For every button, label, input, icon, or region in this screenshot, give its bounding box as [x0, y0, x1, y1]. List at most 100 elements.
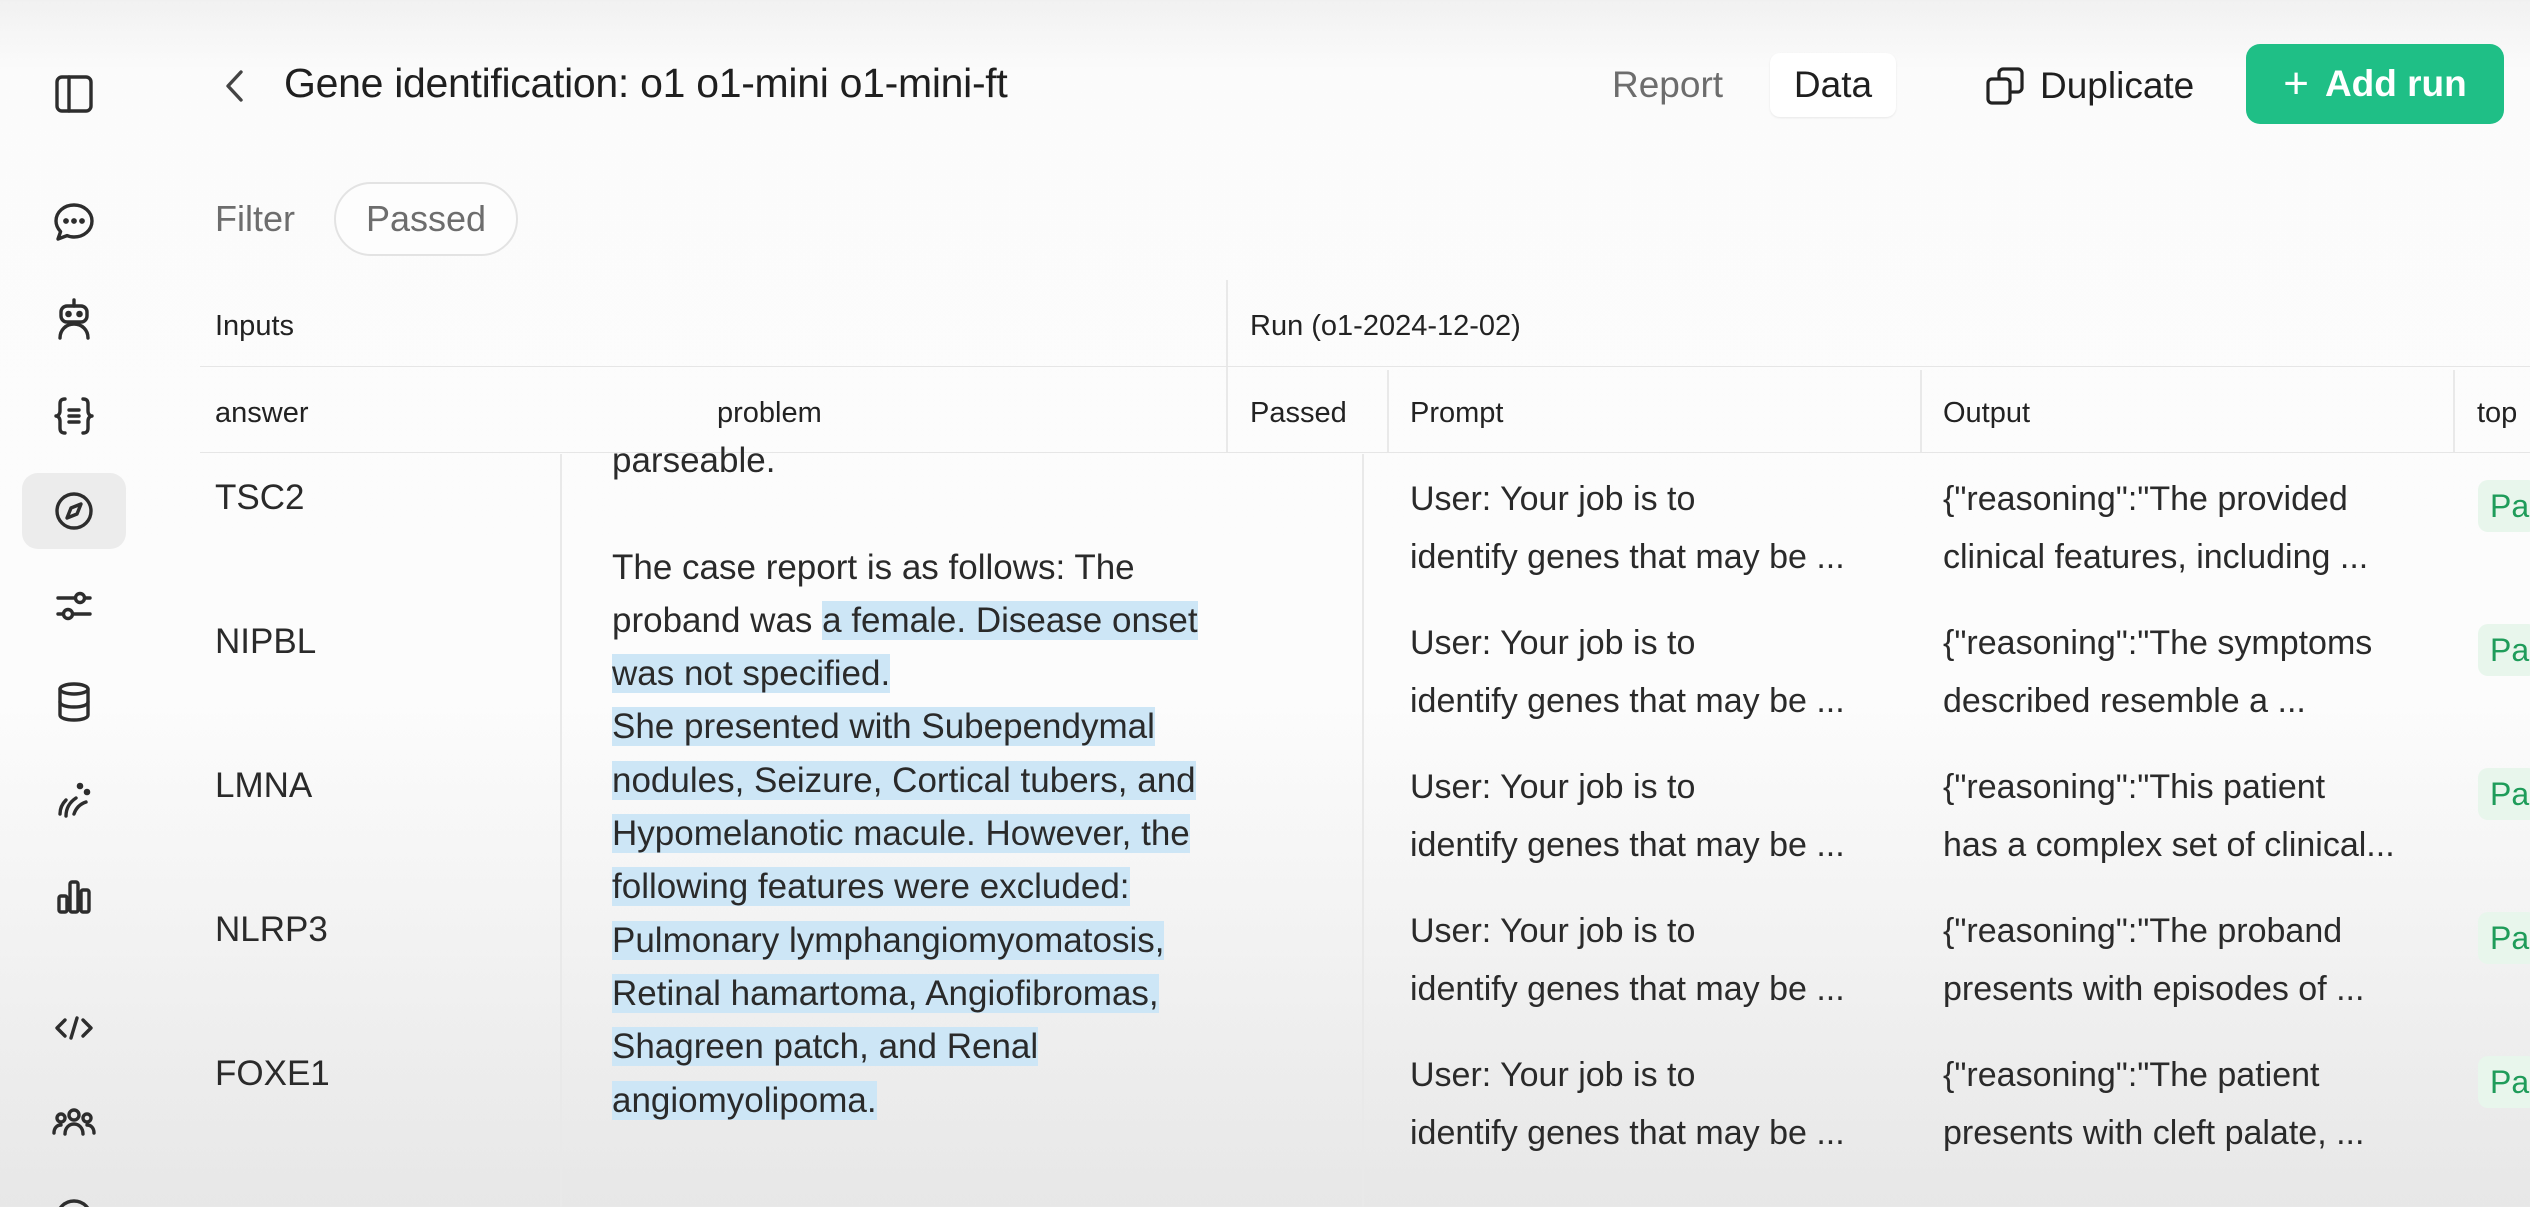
column-header-output[interactable]: Output [1943, 397, 2030, 430]
assistant-bot-icon[interactable] [40, 285, 108, 353]
problem-cell-expanded[interactable]: parseable. The case report is as follows… [612, 434, 1252, 1127]
account-icon[interactable] [40, 1184, 108, 1207]
divider [200, 366, 2530, 367]
prompt-line: identify genes that may be ... [1410, 538, 1845, 576]
column-divider [2453, 370, 2455, 452]
problem-line: parseable. [612, 441, 776, 480]
answer-cell: NIPBL [215, 622, 317, 661]
selected-text: Retinal hamartoma, Angiofibromas, [612, 973, 1159, 1013]
bar-chart-icon[interactable] [40, 862, 108, 930]
prompt-cell[interactable]: User: Your job is to identify genes that… [1410, 470, 1845, 586]
column-header-passed[interactable]: Passed [1250, 397, 1347, 430]
back-button[interactable] [212, 60, 256, 112]
chevron-left-icon [226, 70, 243, 102]
problem-line: The case report is as follows: The [612, 547, 1135, 587]
plus-icon: + [2283, 59, 2309, 108]
audio-wave-icon[interactable] [40, 764, 108, 832]
prompt-line: User: Your job is to [1410, 912, 1696, 950]
code-icon[interactable] [40, 994, 108, 1062]
duplicate-icon [1986, 67, 2024, 105]
problem-line [612, 487, 1252, 540]
problem-line: Retinal hamartoma, Angiofibromas, [612, 967, 1252, 1020]
problem-line: Pulmonary lymphangiomyomatosis, [612, 914, 1252, 967]
output-line: presents with cleft palate, ... [1943, 1114, 2365, 1152]
divider [200, 452, 2530, 453]
sidebar [0, 0, 150, 1207]
output-line: clinical features, including ... [1943, 538, 2369, 576]
prompt-cell[interactable]: User: Your job is to identify genes that… [1410, 614, 1845, 730]
status-badge: Pa [2478, 480, 2530, 532]
output-line: {"reasoning":"This patient [1943, 768, 2326, 806]
selected-text: She presented with Subependymal [612, 707, 1155, 747]
prompt-cell[interactable]: User: Your job is to identify genes that… [1410, 1046, 1845, 1162]
selected-text: following features were excluded: [612, 867, 1130, 907]
prompt-line: User: Your job is to [1410, 480, 1696, 518]
status-badge: Pa [2478, 912, 2530, 964]
answer-cell: LMNA [215, 766, 313, 805]
tab-report[interactable]: Report [1612, 60, 1723, 110]
prompt-line: User: Your job is to [1410, 768, 1696, 806]
group-header-run: Run (o1-2024-12-02) [1250, 310, 1521, 342]
output-cell[interactable]: {"reasoning":"This patient has a complex… [1943, 758, 2395, 874]
compass-icon[interactable] [22, 473, 126, 549]
selected-text: was not specified. [612, 654, 891, 694]
column-header-problem[interactable]: problem [717, 397, 822, 430]
answer-cell: NLRP3 [215, 910, 328, 949]
answer-cell: FOXE1 [215, 1054, 330, 1093]
duplicate-button[interactable]: Duplicate [1984, 56, 2194, 116]
column-divider [560, 454, 562, 1207]
prompt-line: identify genes that may be ... [1410, 1114, 1845, 1152]
output-cell[interactable]: {"reasoning":"The symptoms described res… [1943, 614, 2372, 730]
prompt-line: identify genes that may be ... [1410, 826, 1845, 864]
database-icon[interactable] [40, 668, 108, 736]
selected-text: Pulmonary lymphangiomyomatosis, [612, 920, 1165, 960]
prompt-cell[interactable]: User: Your job is to identify genes that… [1410, 758, 1845, 874]
output-cell[interactable]: {"reasoning":"The patient presents with … [1943, 1046, 2364, 1162]
selected-text: a female. Disease onset [822, 600, 1198, 640]
output-line: {"reasoning":"The provided [1943, 480, 2348, 518]
status-badge: Pa [2478, 624, 2530, 676]
problem-line: following features were excluded: [612, 860, 1252, 913]
problem-line: Shagreen patch, and Renal [612, 1020, 1252, 1073]
column-divider [1362, 454, 1364, 1207]
prompt-line: User: Your job is to [1410, 624, 1696, 662]
output-cell[interactable]: {"reasoning":"The provided clinical feat… [1943, 470, 2368, 586]
column-divider [1920, 370, 1922, 452]
panel-toggle-icon[interactable] [40, 60, 108, 128]
output-cell[interactable]: {"reasoning":"The proband presents with … [1943, 902, 2364, 1018]
add-run-button[interactable]: + Add run [2246, 44, 2504, 124]
prompt-cell[interactable]: User: Your job is to identify genes that… [1410, 902, 1845, 1018]
add-run-label: Add run [2324, 63, 2467, 104]
json-braces-icon[interactable] [40, 382, 108, 450]
selected-text: Hypomelanotic macule. However, the [612, 814, 1190, 854]
selected-text: angiomyolipoma. [612, 1080, 877, 1120]
problem-line: She presented with Subependymal [612, 700, 1252, 753]
sliders-icon[interactable] [40, 572, 108, 640]
output-line: {"reasoning":"The proband [1943, 912, 2343, 950]
problem-line: Hypomelanotic macule. However, the [612, 807, 1252, 860]
problem-line: nodules, Seizure, Cortical tubers, and [612, 754, 1252, 807]
column-divider [1387, 370, 1389, 452]
selected-text: nodules, Seizure, Cortical tubers, and [612, 760, 1196, 800]
output-line: has a complex set of clinical... [1943, 826, 2395, 864]
duplicate-label: Duplicate [2040, 65, 2195, 106]
status-badge: Pa [2478, 1056, 2530, 1108]
team-icon[interactable] [40, 1088, 108, 1156]
group-header-inputs: Inputs [215, 310, 294, 342]
prompt-line: User: Your job is to [1410, 1056, 1696, 1094]
column-header-answer[interactable]: answer [215, 397, 309, 430]
filter-chip-passed[interactable]: Passed [334, 182, 518, 256]
output-line: {"reasoning":"The symptoms [1943, 624, 2373, 662]
prompt-line: identify genes that may be ... [1410, 970, 1845, 1008]
page-title: Gene identification: o1 o1-mini o1-mini-… [284, 60, 1008, 106]
problem-line: was not specified. [612, 647, 1252, 700]
column-header-top[interactable]: top [2477, 397, 2517, 430]
tab-data[interactable]: Data [1770, 53, 1896, 117]
output-line: {"reasoning":"The patient [1943, 1056, 2320, 1094]
problem-line: proband was a female. Disease onset [612, 600, 1198, 640]
filter-label: Filter [215, 198, 295, 239]
problem-line: angiomyolipoma. [612, 1074, 1252, 1127]
column-header-prompt[interactable]: Prompt [1410, 397, 1503, 430]
chat-icon[interactable] [40, 188, 108, 256]
selected-text: Shagreen patch, and Renal [612, 1027, 1039, 1067]
